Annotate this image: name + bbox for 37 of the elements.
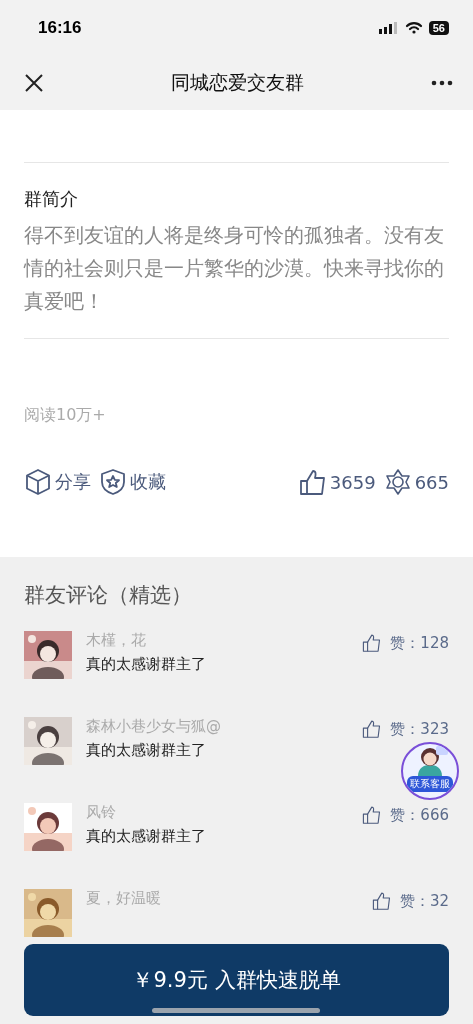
battery-level: 56 [428,20,449,35]
close-icon[interactable] [24,72,44,93]
comment-text: 真的太感谢群主了 [86,741,206,760]
customer-service-button[interactable]: 联系客服 [401,742,459,800]
star-outline-icon [383,468,412,496]
thumbs-up-icon [362,805,383,825]
more-icon[interactable] [431,79,453,86]
like-button[interactable]: 赞：323 [362,719,449,739]
like-button[interactable]: 赞：32 [371,891,449,911]
user-name: 森林小巷少女与狐@ [86,717,221,736]
thumbs-up-icon [362,719,383,739]
star-button[interactable]: 665 [383,468,449,496]
intro-text: 得不到友谊的人将是终身可怜的孤独者。没有友情的社会则只是一片繁华的沙漠。快来寻找你的真爱吧！ [24,222,445,315]
user-name: 风铃 [86,803,116,822]
wifi-icon [404,21,423,34]
section-heading: 群友评论（精选） [24,582,193,609]
signal-icon [378,21,399,34]
section-heading: 群简介 [24,187,79,211]
favorite-button[interactable]: 收藏 [99,468,166,496]
thumbs-up-icon [362,633,383,653]
page-title: 同城恋爱交友群 [171,69,304,95]
status-time: 16:16 [38,17,82,38]
like-button[interactable]: 3659 [298,468,376,496]
service-label: 联系客服 [407,776,453,792]
user-name: 木槿，花 [86,631,146,650]
user-name: 夏，好温暖 [86,889,161,908]
thumbs-up-icon [371,891,392,911]
share-button[interactable]: 分享 [24,468,91,496]
comment-text: 真的太感谢群主了 [86,827,206,846]
thumbs-up-icon [298,468,327,496]
like-button[interactable]: 赞：128 [362,633,449,653]
read-count: 阅读10万+ [24,405,106,426]
join-group-button[interactable]: ￥9.9元 入群快速脱单 [24,944,449,1016]
like-button[interactable]: 赞：666 [362,805,449,825]
shield-star-icon [99,468,127,496]
cube-icon [24,468,52,496]
comment-text: 真的太感谢群主了 [86,655,206,674]
